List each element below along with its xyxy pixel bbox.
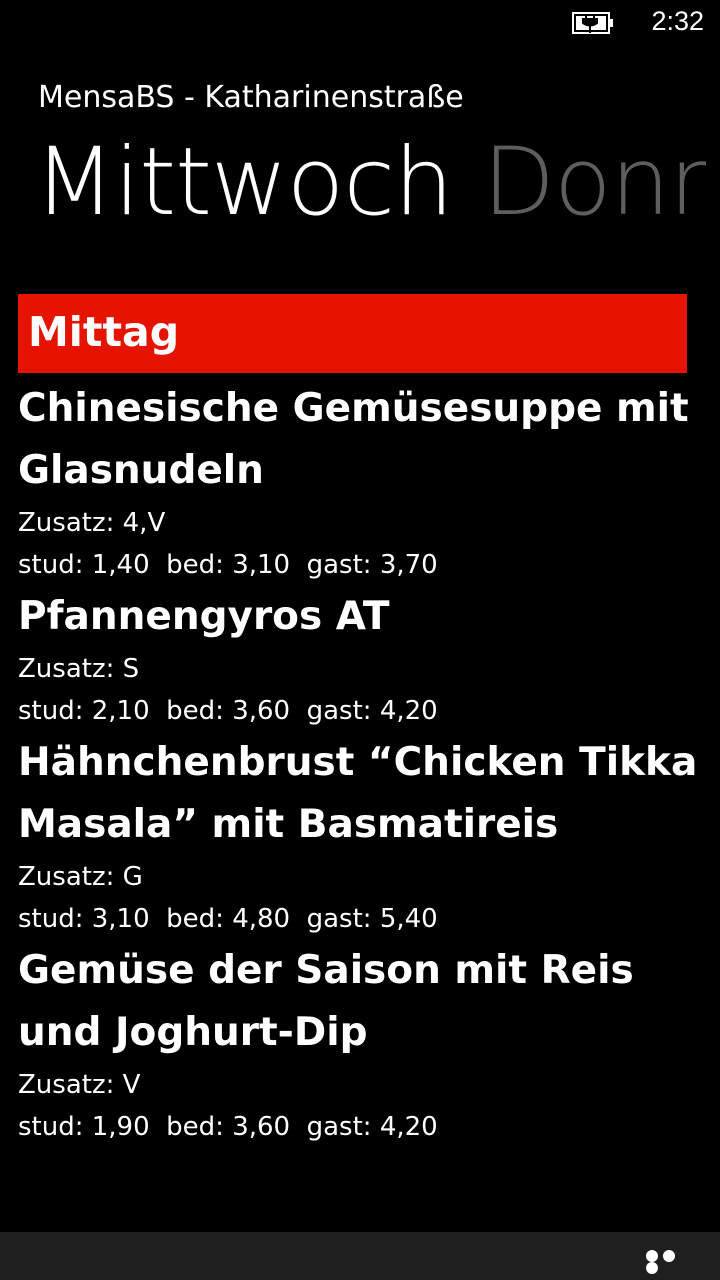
dish-name: Hähnchenbrust “Chicken Tikka Masala” mit… [18, 740, 698, 847]
dish-prices: stud: 2,10 bed: 3,60 gast: 4,20 [18, 696, 438, 726]
dish-name: Chinesische Gemüsesuppe mit Glasnudeln [18, 386, 689, 493]
section-header-mittag: Mittag [18, 294, 687, 373]
status-bar: 2:32 [0, 0, 720, 48]
dish-zusatz: Zusatz: 4,V [18, 508, 166, 538]
dish-name: Gemüse der Saison mit Reis und Joghurt-D… [18, 948, 634, 1055]
dish-name: Pfannengyros AT [18, 594, 390, 639]
dish-zusatz: Zusatz: G [18, 862, 143, 892]
list-item[interactable]: Pfannengyros AT Zusatz: S stud: 2,10 bed… [18, 586, 708, 732]
app-title: MensaBS - Katharinenstraße [38, 80, 464, 115]
dish-prices: stud: 1,90 bed: 3,60 gast: 4,20 [18, 1112, 438, 1142]
menu-list: Chinesische Gemüsesuppe mit Glasnudeln Z… [18, 378, 708, 1148]
app-bar [0, 1232, 720, 1280]
dish-zusatz: Zusatz: S [18, 654, 140, 684]
list-item[interactable]: Gemüse der Saison mit Reis und Joghurt-D… [18, 940, 708, 1148]
list-item[interactable]: Hähnchenbrust “Chicken Tikka Masala” mit… [18, 732, 708, 940]
clock: 2:32 [651, 6, 704, 36]
list-item[interactable]: Chinesische Gemüsesuppe mit Glasnudeln Z… [18, 378, 708, 586]
dish-zusatz: Zusatz: V [18, 1070, 141, 1100]
dish-prices: stud: 3,10 bed: 4,80 gast: 5,40 [18, 904, 438, 934]
pivot-tab-mittwoch[interactable]: Mittwoch [34, 128, 454, 237]
section-title: Mittag [28, 308, 180, 356]
pivot-header[interactable]: Mittwoch Donnerstag [34, 128, 706, 238]
battery-charging-icon [572, 12, 613, 34]
ellipsis-icon[interactable] [646, 1250, 692, 1274]
pivot-tab-donnerstag[interactable]: Donnerstag [483, 128, 706, 237]
dish-prices: stud: 1,40 bed: 3,10 gast: 3,70 [18, 550, 438, 580]
